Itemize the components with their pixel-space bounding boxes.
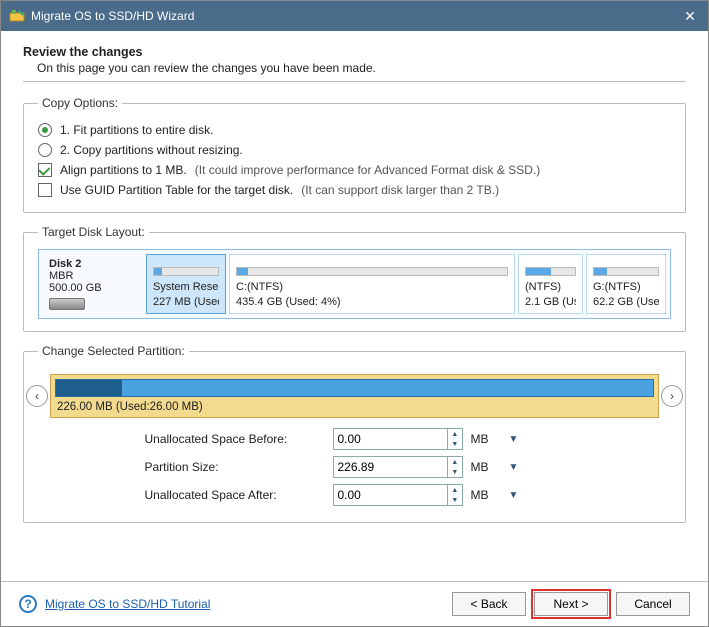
checkbox-align-label: Align partitions to 1 MB. [60, 163, 187, 177]
close-icon[interactable]: ✕ [680, 8, 700, 25]
spin-down-icon[interactable]: ▼ [448, 495, 461, 505]
page-title: Review the changes [23, 45, 686, 59]
disk-name: Disk 2 [49, 258, 137, 270]
option-noresize-row[interactable]: 2. Copy partitions without resizing. [38, 140, 671, 160]
before-input[interactable] [334, 429, 448, 449]
disk-info: Disk 2 MBR 500.00 GB [43, 254, 143, 314]
unit-label: MB [471, 432, 501, 446]
partition-cell[interactable]: (NTFS)2.1 GB (Used: [518, 254, 583, 314]
after-input[interactable] [334, 485, 448, 505]
hard-disk-icon [49, 298, 85, 310]
spin-up-icon[interactable]: ▲ [448, 485, 461, 495]
partition-usage-bar [593, 267, 659, 276]
unit-label: MB [471, 488, 501, 502]
partition-used-fill [56, 380, 122, 396]
partition-cell[interactable]: System Reser227 MB (Used [146, 254, 226, 314]
window-title: Migrate OS to SSD/HD Wizard [31, 9, 680, 23]
spin-up-icon[interactable]: ▲ [448, 457, 461, 467]
radio-fit[interactable] [38, 123, 52, 137]
wizard-window: Migrate OS to SSD/HD Wizard ✕ Review the… [0, 0, 709, 627]
after-label: Unallocated Space After: [145, 488, 325, 502]
spin-up-icon[interactable]: ▲ [448, 429, 461, 439]
align-note: (It could improve performance for Advanc… [195, 163, 540, 177]
partition-usage-bar [525, 267, 576, 276]
partition-usage-bar [236, 267, 508, 276]
titlebar: Migrate OS to SSD/HD Wizard ✕ [1, 1, 708, 31]
copy-options-legend: Copy Options: [38, 96, 122, 110]
checkbox-gpt-label: Use GUID Partition Table for the target … [60, 183, 293, 197]
cancel-button[interactable]: Cancel [616, 592, 690, 616]
help-icon[interactable]: ? [19, 595, 37, 613]
partition-label-bottom: 227 MB (Used [153, 295, 219, 309]
change-partition-group: Change Selected Partition: ‹ 226.00 MB (… [23, 344, 686, 523]
option-fit-row[interactable]: 1. Fit partitions to entire disk. [38, 120, 671, 140]
partition-editor[interactable]: 226.00 MB (Used:26.00 MB) [50, 374, 659, 418]
partition-label-bottom: 2.1 GB (Used: [525, 295, 576, 309]
unit-dropdown-icon[interactable]: ▼ [509, 490, 529, 501]
partition-cell[interactable]: C:(NTFS)435.4 GB (Used: 4%) [229, 254, 515, 314]
partition-label-top: C:(NTFS) [236, 280, 508, 294]
radio-noresize[interactable] [38, 143, 52, 157]
spin-down-icon[interactable]: ▼ [448, 439, 461, 449]
prev-partition-button[interactable]: ‹ [26, 385, 48, 407]
disk-scheme: MBR [49, 270, 137, 282]
size-input-wrap: ▲▼ [333, 456, 463, 478]
partition-label-bottom: 62.2 GB (Used [593, 295, 659, 309]
unit-dropdown-icon[interactable]: ▼ [509, 434, 529, 445]
checkbox-align[interactable] [38, 163, 52, 177]
partition-cell[interactable]: G:(NTFS)62.2 GB (Used [586, 254, 666, 314]
unit-dropdown-icon[interactable]: ▼ [509, 462, 529, 473]
option-gpt-row[interactable]: Use GUID Partition Table for the target … [38, 180, 671, 200]
back-button[interactable]: < Back [452, 592, 526, 616]
before-input-wrap: ▲▼ [333, 428, 463, 450]
tutorial-link[interactable]: Migrate OS to SSD/HD Tutorial [45, 597, 210, 611]
footer: ? Migrate OS to SSD/HD Tutorial < Back N… [1, 581, 708, 626]
before-label: Unallocated Space Before: [145, 432, 325, 446]
option-align-row[interactable]: Align partitions to 1 MB. (It could impr… [38, 160, 671, 180]
disk-size: 500.00 GB [49, 282, 137, 294]
partition-usage-bar [153, 267, 219, 276]
unit-label: MB [471, 460, 501, 474]
disk-layout-row: Disk 2 MBR 500.00 GB System Reser227 MB … [38, 249, 671, 319]
spin-down-icon[interactable]: ▼ [448, 467, 461, 477]
target-layout-group: Target Disk Layout: Disk 2 MBR 500.00 GB… [23, 225, 686, 332]
app-icon [9, 8, 25, 24]
change-partition-legend: Change Selected Partition: [38, 344, 189, 358]
partition-label-top: G:(NTFS) [593, 280, 659, 294]
partition-label-top: (NTFS) [525, 280, 576, 294]
size-label: Partition Size: [145, 460, 325, 474]
next-button[interactable]: Next > [534, 592, 608, 616]
partition-label-bottom: 435.4 GB (Used: 4%) [236, 295, 508, 309]
partition-bar-label: 226.00 MB (Used:26.00 MB) [55, 397, 654, 413]
checkbox-gpt[interactable] [38, 183, 52, 197]
content-area: Review the changes On this page you can … [1, 31, 708, 581]
after-input-wrap: ▲▼ [333, 484, 463, 506]
size-input[interactable] [334, 457, 448, 477]
partition-label-top: System Reser [153, 280, 219, 294]
size-fields: Unallocated Space Before: ▲▼ MB ▼ Partit… [145, 428, 565, 506]
divider [23, 81, 686, 82]
gpt-note: (It can support disk larger than 2 TB.) [301, 183, 499, 197]
target-layout-legend: Target Disk Layout: [38, 225, 149, 239]
radio-fit-label: 1. Fit partitions to entire disk. [60, 123, 213, 137]
copy-options-group: Copy Options: 1. Fit partitions to entir… [23, 96, 686, 213]
radio-noresize-label: 2. Copy partitions without resizing. [60, 143, 243, 157]
partition-bar[interactable] [55, 379, 654, 397]
next-partition-button[interactable]: › [661, 385, 683, 407]
page-subtitle: On this page you can review the changes … [37, 61, 686, 75]
